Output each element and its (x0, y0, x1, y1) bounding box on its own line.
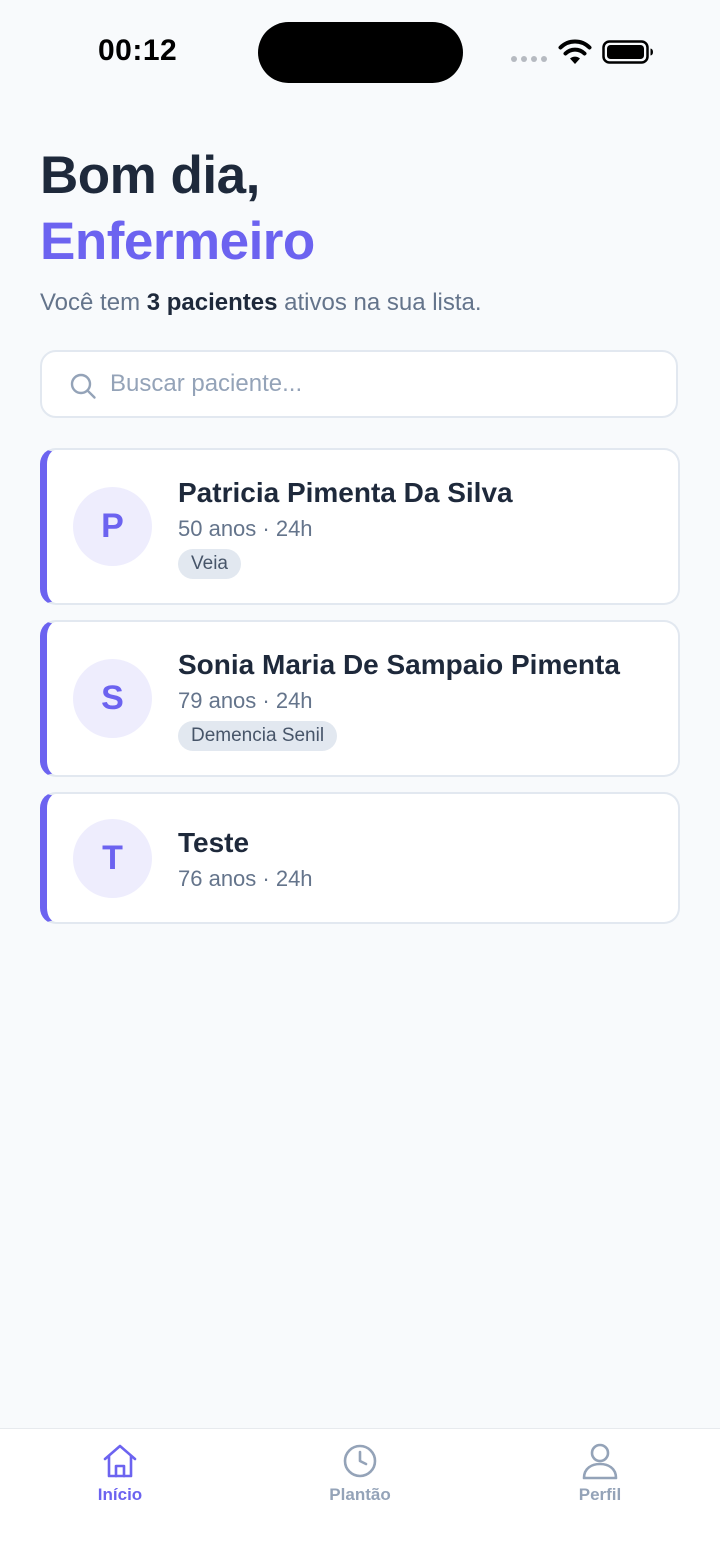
patient-card[interactable]: S Sonia Maria De Sampaio Pimenta 79 anos… (40, 620, 680, 777)
tab-label: Perfil (578, 1485, 622, 1504)
patient-age-shift: 79 anos · 24h (178, 688, 313, 713)
patient-age-shift: 50 anos · 24h (178, 516, 313, 541)
status-time: 00:12 (98, 34, 178, 67)
wifi-icon (558, 39, 592, 64)
search-input[interactable] (110, 352, 650, 416)
patient-avatar: P (73, 487, 152, 566)
patient-age-shift: 76 anos · 24h (178, 866, 313, 891)
bottom-tab-bar: Início Plantão Perfil (0, 1428, 720, 1565)
patient-card[interactable]: T Teste 76 anos · 24h (40, 792, 680, 924)
patient-summary: Você tem 3 pacientes ativos na sua lista… (40, 289, 482, 317)
diagnosis-tag: Demencia Senil (178, 721, 338, 751)
search-bar[interactable] (40, 350, 678, 418)
patient-avatar: S (73, 659, 152, 738)
home-icon (103, 1444, 137, 1478)
battery-icon (602, 40, 653, 64)
tab-label: Início (97, 1485, 143, 1504)
dynamic-island (258, 22, 463, 83)
summary-suffix: ativos na sua lista. (277, 289, 482, 316)
status-bar: 00:12 (0, 0, 720, 104)
greeting-text: Bom dia, (40, 146, 260, 205)
cellular-signal-icon (511, 56, 547, 62)
greeting-heading: Bom dia, Enfermeiro (40, 143, 315, 275)
tab-inicio[interactable]: Início (50, 1441, 190, 1521)
patient-name: Sonia Maria De Sampaio Pimenta (178, 649, 620, 680)
tab-plantao[interactable]: Plantão (290, 1441, 430, 1521)
diagnosis-tag: Veia (178, 549, 241, 579)
patient-avatar: T (73, 819, 152, 898)
tab-label: Plantão (329, 1485, 391, 1504)
search-icon (70, 373, 96, 399)
patient-card[interactable]: P Patricia Pimenta Da Silva 50 anos · 24… (40, 448, 680, 605)
clock-icon (343, 1444, 377, 1478)
user-name: Enfermeiro (40, 212, 315, 271)
patient-name: Teste (178, 827, 250, 858)
summary-prefix: Você tem (40, 289, 147, 316)
tab-perfil[interactable]: Perfil (530, 1441, 670, 1521)
patient-name: Patricia Pimenta Da Silva (178, 477, 513, 508)
summary-count: 3 pacientes (146, 289, 278, 316)
user-icon (582, 1443, 618, 1480)
